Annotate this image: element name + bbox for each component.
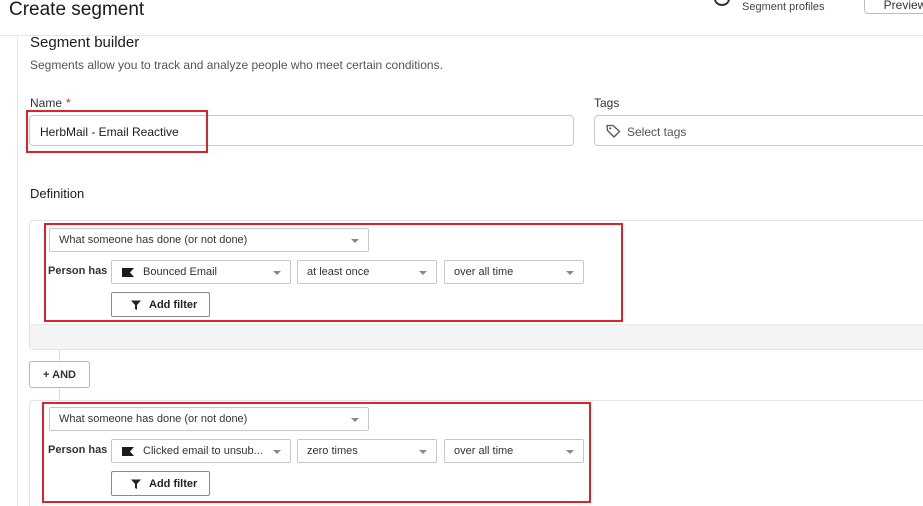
connector-line [59, 350, 60, 361]
tags-placeholder: Select tags [627, 125, 687, 139]
name-label: Name * [30, 96, 71, 110]
section-title: Segment builder [30, 34, 140, 51]
segment-profiles-link[interactable]: Segment profiles [742, 1, 825, 13]
content-divider [17, 36, 18, 506]
page-header: Create segment Segment profiles Preview [0, 0, 923, 36]
name-label-text: Name [30, 96, 63, 110]
definition-label: Definition [30, 186, 85, 201]
highlight-condition-2 [42, 402, 591, 503]
page-title: Create segment [9, 0, 145, 20]
highlight-name-field [26, 110, 208, 153]
section-description: Segments allow you to track and analyze … [30, 58, 443, 72]
user-profile-icon[interactable] [714, 0, 730, 6]
create-segment-page: Create segment Segment profiles Preview … [0, 0, 923, 506]
add-and-condition-button[interactable]: + AND [29, 361, 90, 388]
required-mark: * [66, 96, 71, 110]
connector-line [59, 388, 60, 400]
highlight-condition-1 [44, 223, 623, 322]
condition-group-footer [30, 324, 923, 349]
tag-icon [606, 124, 621, 138]
tags-label: Tags [594, 96, 620, 110]
tags-select[interactable]: Select tags [594, 115, 923, 146]
preview-button[interactable]: Preview [864, 0, 923, 14]
